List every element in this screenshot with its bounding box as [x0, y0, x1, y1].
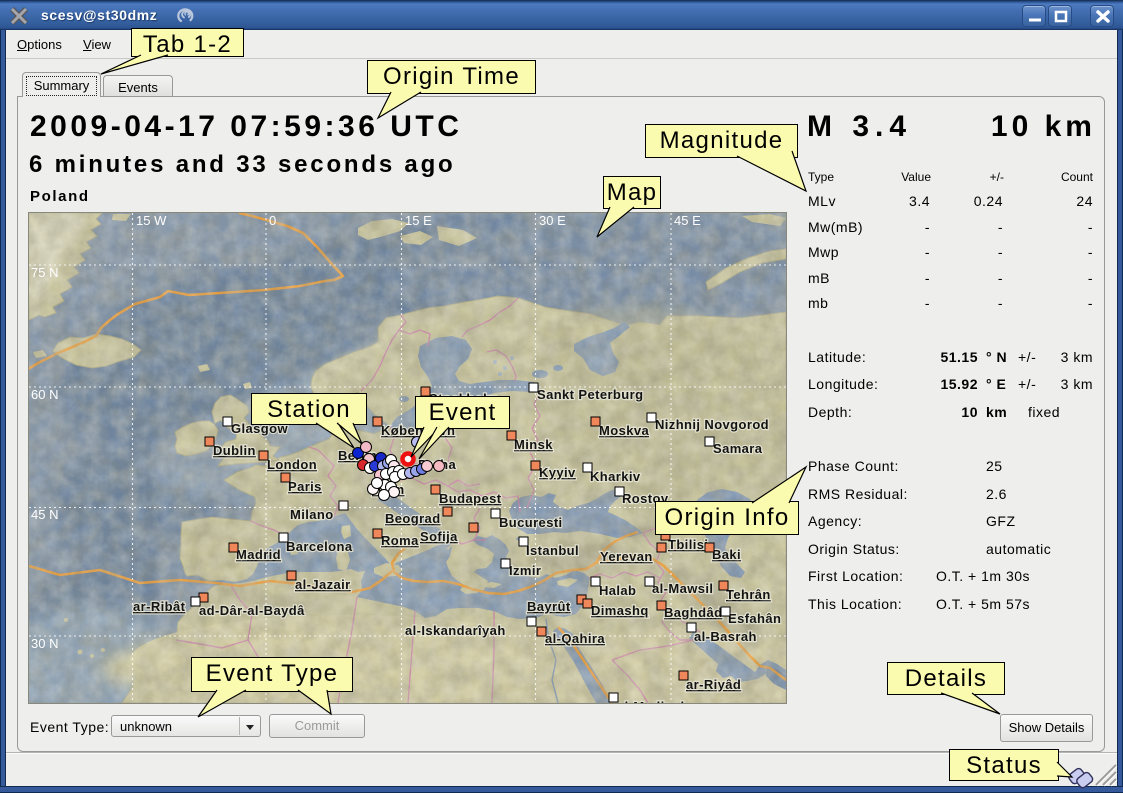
svg-text:75 N: 75 N: [31, 265, 58, 280]
svg-text:Barcelona: Barcelona: [286, 539, 353, 554]
svg-text:Halab: Halab: [599, 583, 636, 598]
svg-text:15 E: 15 E: [405, 213, 432, 228]
svg-text:Baghdâd: Baghdâd: [664, 605, 722, 620]
svg-text:0: 0: [269, 213, 276, 228]
svg-text:al-Qahira: al-Qahira: [545, 631, 605, 646]
svg-text:Istanbul: Istanbul: [526, 543, 579, 558]
svg-text:Izmir: Izmir: [509, 563, 541, 578]
svg-text:Moskva: Moskva: [599, 423, 649, 438]
svg-text:Beograd: Beograd: [385, 511, 441, 526]
svg-text:Bucuresti: Bucuresti: [499, 515, 563, 530]
svg-text:Dublin: Dublin: [213, 443, 256, 458]
svg-text:Baki: Baki: [712, 547, 741, 562]
svg-text:Kharkiv: Kharkiv: [590, 469, 641, 484]
svg-text:30 N: 30 N: [31, 636, 58, 651]
svg-text:Dimashq: Dimashq: [591, 603, 649, 618]
svg-text:al-Basrah: al-Basrah: [694, 629, 757, 644]
svg-text:Kyyiv: Kyyiv: [539, 465, 576, 480]
svg-text:Minsk: Minsk: [514, 437, 553, 452]
svg-text:45 N: 45 N: [31, 507, 58, 522]
svg-text:Yerevan: Yerevan: [600, 549, 653, 564]
svg-text:Sankt Peterburg: Sankt Peterburg: [537, 387, 643, 402]
svg-text:London: London: [267, 457, 317, 472]
svg-text:Sofija: Sofija: [420, 529, 458, 544]
svg-text:ar-Riyâd: ar-Riyâd: [686, 677, 741, 692]
svg-text:Tbilisi: Tbilisi: [668, 537, 708, 552]
svg-text:45 E: 45 E: [674, 213, 701, 228]
svg-text:al-Iskandarîyah: al-Iskandarîyah: [405, 623, 506, 638]
svg-text:ad-Dâr-al-Baydâ: ad-Dâr-al-Baydâ: [199, 603, 305, 618]
svg-text:30 E: 30 E: [539, 213, 566, 228]
svg-text:Madrid: Madrid: [236, 547, 281, 562]
svg-text:al-Jazair: al-Jazair: [295, 577, 351, 592]
svg-text:al-Madinah: al-Madinah: [617, 699, 689, 703]
svg-text:15 W: 15 W: [136, 213, 167, 228]
svg-text:Milano: Milano: [290, 507, 334, 522]
svg-text:Nizhnij Novgorod: Nizhnij Novgorod: [655, 417, 769, 432]
svg-text:al-Mawsil: al-Mawsil: [652, 581, 713, 596]
svg-text:Bayrût: Bayrût: [527, 599, 571, 614]
svg-text:Paris: Paris: [288, 479, 322, 494]
svg-text:Samara: Samara: [713, 441, 763, 456]
svg-text:Tehrân: Tehrân: [726, 587, 771, 602]
svg-text:Budapest: Budapest: [439, 491, 502, 506]
svg-text:ar-Ribât: ar-Ribât: [133, 599, 186, 614]
svg-text:60 N: 60 N: [31, 387, 58, 402]
svg-text:Roma: Roma: [381, 533, 419, 548]
svg-text:Esfahân: Esfahân: [728, 611, 781, 626]
